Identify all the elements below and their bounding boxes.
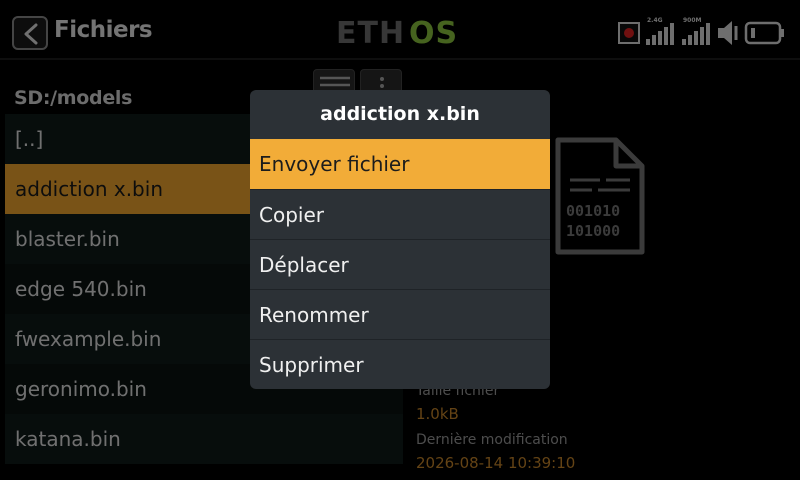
file-action-menu: addiction x.bin Envoyer fichier Copier D… (250, 90, 550, 389)
menu-item-move[interactable]: Déplacer (250, 239, 550, 289)
menu-item-send-file[interactable]: Envoyer fichier (250, 139, 550, 189)
menu-item-delete[interactable]: Supprimer (250, 339, 550, 389)
menu-title: addiction x.bin (320, 103, 480, 125)
menu-item-copy[interactable]: Copier (250, 189, 550, 239)
menu-item-rename[interactable]: Renommer (250, 289, 550, 339)
